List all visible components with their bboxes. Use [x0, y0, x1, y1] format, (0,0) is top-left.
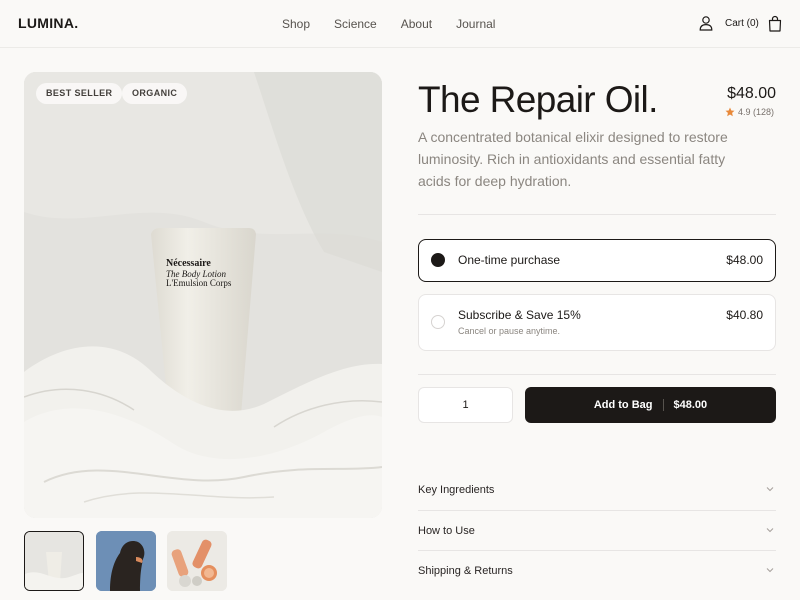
thumbnail-model-image — [96, 531, 156, 591]
option-note: Cancel or pause anytime. — [458, 326, 561, 336]
tube-product-subline: L'Emulsion Corps — [166, 278, 232, 288]
add-to-bag-label: Add to Bag — [593, 399, 653, 411]
accordion-label: How to Use — [418, 525, 475, 537]
product-price: $48.00 — [727, 85, 776, 102]
accordion-key-ingredients[interactable]: Key Ingredients — [418, 470, 776, 510]
nav-link-journal[interactable]: Journal — [456, 17, 495, 31]
nav-link-science[interactable]: Science — [334, 17, 377, 31]
user-icon[interactable] — [698, 15, 714, 31]
star-icon — [725, 107, 735, 117]
main-product-image[interactable]: Nécessaire The Body Lotion L'Emulsion Co… — [24, 72, 382, 518]
nav-link-about[interactable]: About — [401, 17, 432, 31]
option-subscribe-save[interactable]: Subscribe & Save 15% Cancel or pause any… — [418, 294, 776, 351]
product-photo — [24, 72, 382, 518]
add-to-bag-price: $48.00 — [673, 399, 708, 411]
quantity-input[interactable]: 1 — [418, 387, 513, 423]
option-price: $48.00 — [726, 253, 763, 267]
accordion-how-to-use[interactable]: How to Use — [418, 510, 776, 550]
chevron-down-icon — [766, 568, 774, 573]
radio-unselected[interactable] — [431, 315, 445, 329]
accordion-shipping-returns[interactable]: Shipping & Returns — [418, 550, 776, 590]
product-description: A concentrated botanical elixir designed… — [418, 129, 728, 189]
product-rating[interactable]: 4.9 (128) — [725, 107, 774, 117]
button-separator — [662, 399, 664, 411]
add-to-bag-button[interactable]: Add to Bag $48.00 — [525, 387, 776, 423]
thumbnail-citrus[interactable] — [167, 531, 227, 591]
option-one-time-purchase[interactable]: One-time purchase $48.00 — [418, 239, 776, 282]
site-header: LUMINA. Shop Science About Journal Cart … — [0, 0, 800, 48]
divider — [418, 214, 776, 215]
product-title: The Repair Oil. — [418, 79, 658, 120]
thumbnail-lotion-image — [25, 532, 83, 590]
divider — [418, 374, 776, 375]
main-nav: Shop Science About Journal — [282, 17, 495, 31]
thumbnail-citrus-image — [167, 531, 227, 591]
option-price: $40.80 — [726, 308, 763, 322]
badge-best-seller: BEST SELLER — [36, 83, 123, 104]
option-label: One-time purchase — [458, 253, 561, 267]
accordion-label: Shipping & Returns — [418, 565, 513, 577]
thumbnail-model[interactable] — [96, 531, 156, 591]
radio-selected[interactable] — [431, 253, 445, 267]
shopping-bag-icon[interactable] — [767, 15, 783, 32]
chevron-down-icon — [766, 528, 774, 533]
chevron-down-icon — [766, 487, 774, 492]
rating-value: 4.9 (128) — [738, 107, 775, 117]
thumbnail-lotion[interactable] — [24, 531, 84, 591]
tube-brand-label: Nécessaire — [166, 258, 211, 269]
cart-link[interactable]: Cart (0) — [725, 18, 759, 29]
brand-logo[interactable]: LUMINA. — [18, 15, 78, 31]
nav-link-shop[interactable]: Shop — [282, 17, 310, 31]
badge-organic: ORGANIC — [122, 83, 188, 104]
accordion-label: Key Ingredients — [418, 484, 495, 496]
option-label: Subscribe & Save 15% — [458, 308, 581, 322]
